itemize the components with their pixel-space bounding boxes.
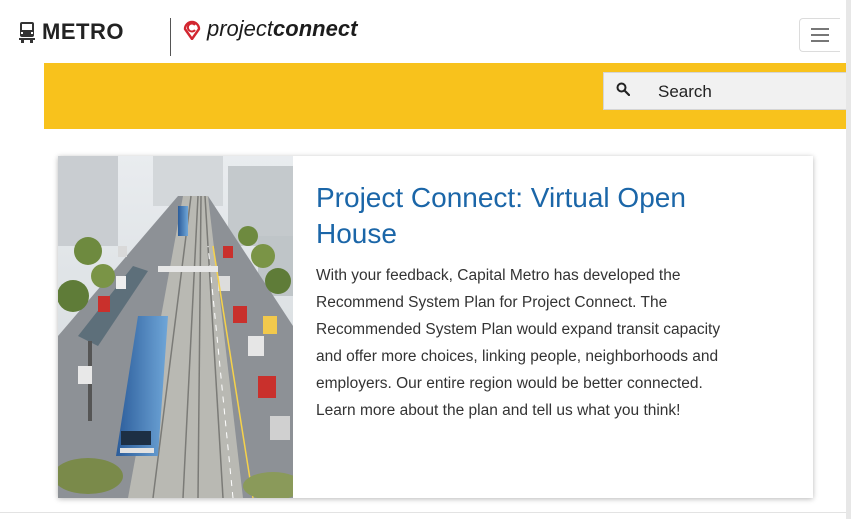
card-description-line: Recommended System Plan would expand tra… bbox=[316, 321, 721, 338]
transit-rendering-image[interactable] bbox=[58, 156, 293, 498]
menu-line bbox=[811, 34, 829, 36]
wordmark-connect: connect bbox=[273, 16, 358, 41]
card-description-line: Learn more about the plan and tell us wh… bbox=[316, 402, 681, 419]
card-description-line: With your feedback, Capital Metro has de… bbox=[316, 267, 681, 284]
search-box[interactable] bbox=[603, 72, 846, 110]
logo-divider bbox=[170, 18, 171, 56]
project-connect-wordmark: projectconnect bbox=[207, 16, 357, 42]
card-description-line: and offer more choices, linking people, … bbox=[316, 348, 719, 365]
card-title[interactable]: Project Connect: Virtual Open House bbox=[316, 180, 796, 252]
menu-line bbox=[811, 28, 829, 30]
page: METRO projectconnect Search Project Conn… bbox=[0, 0, 846, 519]
bus-icon bbox=[19, 22, 35, 43]
card-description: With your feedback, Capital Metro has de… bbox=[316, 262, 796, 424]
site-header: METRO projectconnect bbox=[0, 0, 846, 63]
card-title-line: House bbox=[316, 218, 397, 249]
card-description-line: employers. Our entire region would be be… bbox=[316, 375, 703, 392]
location-pin-icon bbox=[183, 20, 201, 40]
card-title-line: Project Connect: Virtual Open bbox=[316, 182, 686, 213]
metro-logo-text: METRO bbox=[42, 19, 124, 44]
hamburger-menu-button[interactable] bbox=[799, 18, 840, 52]
section-divider bbox=[0, 512, 846, 513]
card-description-line: Recommend System Plan for Project Connec… bbox=[316, 294, 668, 311]
open-house-card[interactable]: Project Connect: Virtual Open House With… bbox=[58, 156, 813, 498]
wordmark-project: project bbox=[207, 16, 274, 41]
search-icon bbox=[616, 82, 630, 96]
project-connect-logo[interactable]: projectconnect bbox=[182, 16, 357, 42]
search-input[interactable] bbox=[658, 81, 838, 103]
card-body: Project Connect: Virtual Open House With… bbox=[316, 180, 796, 424]
menu-line bbox=[811, 40, 829, 42]
metro-logo[interactable]: METRO bbox=[18, 12, 124, 52]
